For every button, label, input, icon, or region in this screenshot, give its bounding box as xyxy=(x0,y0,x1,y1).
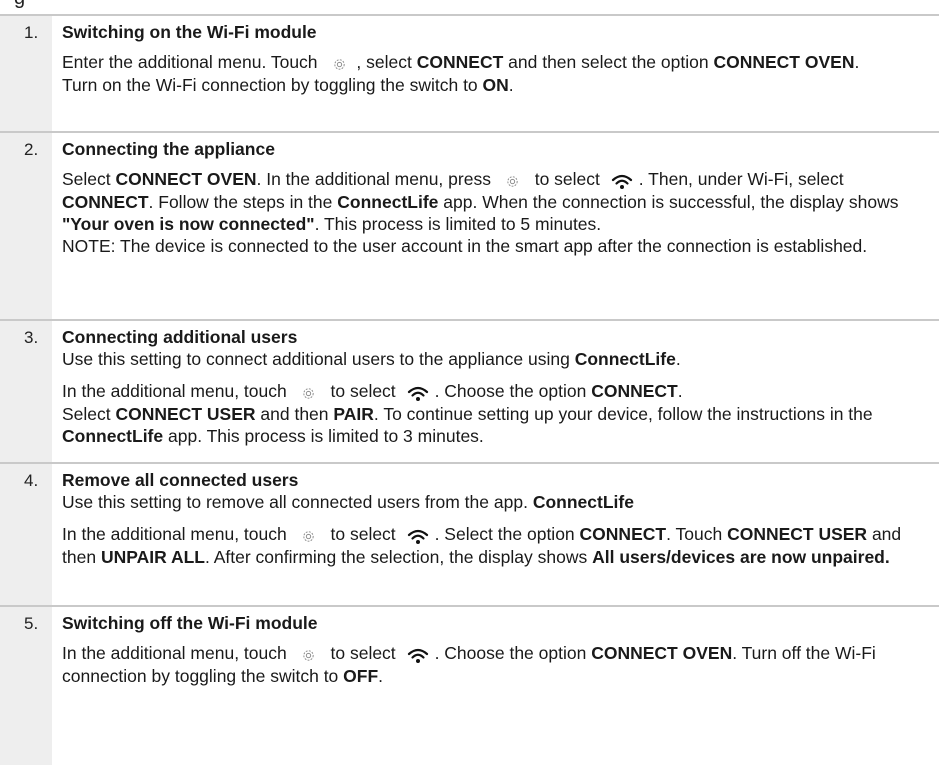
step-number: 5. xyxy=(0,607,52,765)
step-content: Connecting the appliance Select CONNECT … xyxy=(52,133,939,319)
step-title: Remove all connected users xyxy=(62,470,299,490)
instructions-table: 1. Switching on the Wi-Fi module Enter t… xyxy=(0,14,939,765)
step-number: 2. xyxy=(0,133,52,319)
step-row-5: 5. Switching off the Wi-Fi module In the… xyxy=(0,605,939,765)
step-number: 4. xyxy=(0,464,52,605)
gear-icon xyxy=(292,643,326,665)
step-content: Switching off the Wi-Fi module In the ad… xyxy=(52,607,939,765)
step-title: Connecting the appliance xyxy=(62,139,275,159)
step-row-3: 3. Connecting additional users Use this … xyxy=(0,319,939,462)
step-title: Switching off the Wi-Fi module xyxy=(62,613,318,633)
step-text: Enter the additional menu. Touch , selec… xyxy=(62,51,929,74)
gear-icon xyxy=(322,52,356,74)
step-text: Select CONNECT OVEN. In the additional m… xyxy=(62,169,899,235)
step-row-1: 1. Switching on the Wi-Fi module Enter t… xyxy=(0,14,939,131)
step-title: Connecting additional users xyxy=(62,327,298,347)
step-text: In the additional menu, touch to select … xyxy=(62,643,876,687)
step-text: Turn on the Wi-Fi connection by toggling… xyxy=(62,75,514,96)
wifi-icon xyxy=(401,524,435,546)
step-title: Switching on the Wi-Fi module xyxy=(62,22,317,42)
step-content: Connecting additional users Use this set… xyxy=(52,321,939,462)
wifi-icon xyxy=(605,169,639,191)
step-note: NOTE: The device is connected to the use… xyxy=(62,236,868,257)
step-number: 3. xyxy=(0,321,52,462)
step-row-4: 4. Remove all connected users Use this s… xyxy=(0,462,939,605)
step-text: Use this setting to remove all connected… xyxy=(62,492,634,512)
step-content: Remove all connected users Use this sett… xyxy=(52,464,939,605)
step-number: 1. xyxy=(0,16,52,131)
gear-icon xyxy=(292,381,326,403)
step-row-2: 2. Connecting the appliance Select CONNE… xyxy=(0,131,939,319)
wifi-icon xyxy=(401,381,435,403)
cut-off-heading: g xyxy=(14,0,25,10)
step-text: Select CONNECT USER and then PAIR. To co… xyxy=(62,404,873,447)
gear-icon xyxy=(292,524,326,546)
step-text: In the additional menu, touch to select … xyxy=(62,380,929,403)
step-text: Use this setting to connect additional u… xyxy=(62,349,681,369)
step-content: Switching on the Wi-Fi module Enter the … xyxy=(52,16,939,131)
gear-icon xyxy=(496,169,530,191)
wifi-icon xyxy=(401,643,435,665)
step-text: In the additional menu, touch to select … xyxy=(62,524,902,568)
